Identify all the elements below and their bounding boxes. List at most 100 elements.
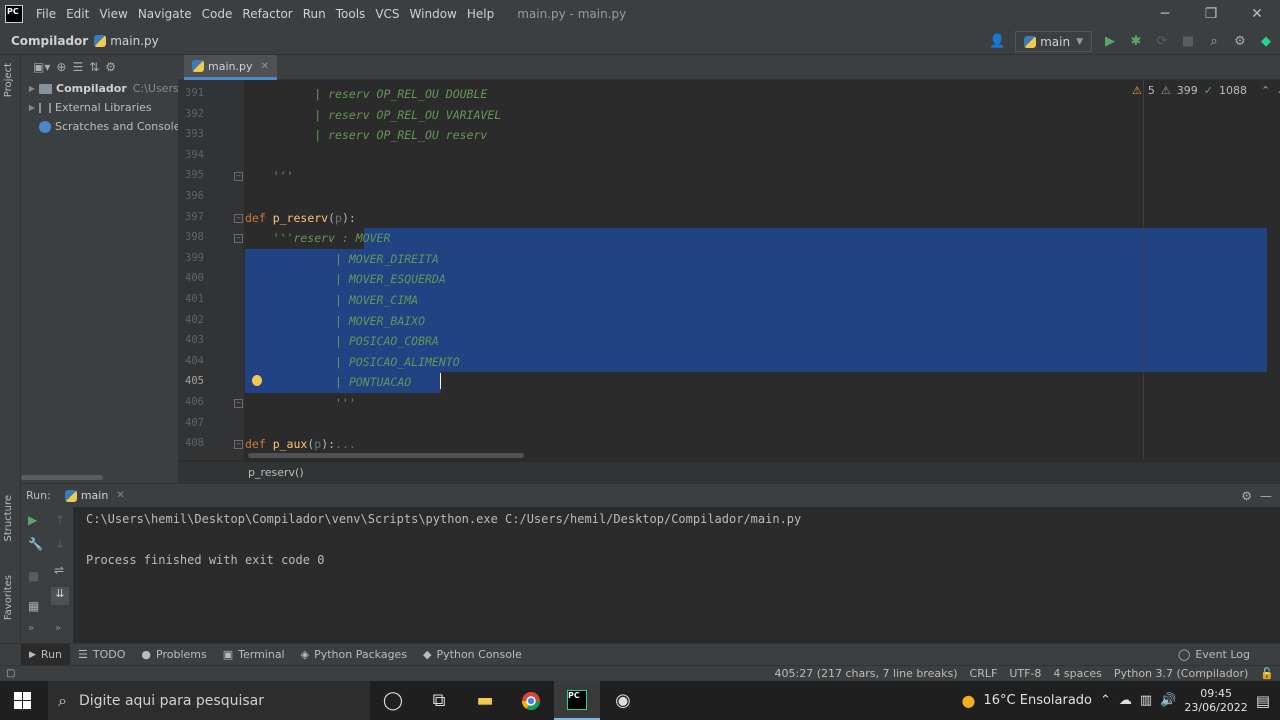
lock-icon[interactable]: 🔓 (1260, 667, 1274, 680)
file-encoding[interactable]: UTF-8 (1009, 667, 1041, 680)
coverage-icon[interactable]: ⟳ (1154, 34, 1170, 50)
locate-icon[interactable]: ⊕ (56, 60, 66, 74)
volume-icon[interactable]: 🔊 (1160, 693, 1176, 708)
line-number: 395 (185, 169, 204, 182)
fold-marker-icon[interactable]: − (234, 399, 243, 408)
tree-item-external-libraries[interactable]: ▶ External Libraries (25, 98, 152, 117)
user-icon[interactable]: 👤 (989, 34, 1005, 50)
stop-icon[interactable]: ■ (28, 569, 39, 583)
tree-item-compilador[interactable]: ▶ Compilador C:\Users\h (25, 79, 189, 98)
weather-text[interactable]: 16°C Ensolarado (983, 693, 1092, 708)
down-arrow-icon[interactable]: ↓ (55, 537, 65, 551)
menu-item-code[interactable]: Code (197, 7, 238, 21)
minimize-panel-icon[interactable]: — (1260, 489, 1272, 503)
horizontal-scrollbar[interactable] (21, 475, 103, 480)
up-arrow-icon[interactable]: ↑ (55, 513, 65, 527)
more-icon[interactable]: » (55, 623, 61, 634)
menu-item-vcs[interactable]: VCS (370, 7, 404, 21)
chevron-up-icon[interactable]: ⌃ (1100, 693, 1111, 708)
soft-wrap-icon[interactable]: ⇌ (54, 563, 64, 577)
tab-run[interactable]: ▶ Run (21, 643, 71, 666)
inspection-widget[interactable]: ⚠5 ⚠399 ✓1088 ⌃ ⌄ (1132, 84, 1280, 97)
run-icon[interactable]: ▶ (1102, 34, 1118, 50)
favorites-tool-tab[interactable]: Favorites (3, 575, 14, 620)
network-icon[interactable]: ▥ (1140, 693, 1152, 708)
restore-icon[interactable]: ❐ (1188, 0, 1234, 28)
panel-settings-icon[interactable]: ⚙ (105, 60, 116, 74)
windows-start-icon[interactable] (14, 692, 31, 709)
event-log-button[interactable]: ◯ Event Log (1170, 648, 1258, 661)
menu-item-window[interactable]: Window (405, 7, 462, 21)
menu-item-navigate[interactable]: Navigate (133, 7, 197, 21)
code-line: ''' (245, 169, 294, 184)
console-output[interactable]: C:\Users\hemil\Desktop\Compilador\venv\S… (73, 507, 1280, 643)
tab-terminal[interactable]: ▣ Terminal (215, 648, 293, 661)
breadcrumb-file[interactable]: main.py (94, 34, 159, 48)
tab-problems[interactable]: ● Problems (133, 648, 214, 661)
chrome-icon[interactable] (508, 681, 554, 720)
tray-icon[interactable]: ☁ (1119, 693, 1132, 708)
obs-icon[interactable]: ◉ (600, 681, 646, 720)
line-number: 404 (185, 354, 204, 367)
chevron-down-icon[interactable]: ⌄ (1276, 84, 1280, 97)
line-separator[interactable]: CRLF (970, 667, 998, 680)
chevron-up-icon[interactable]: ⌃ (1261, 84, 1270, 97)
scroll-to-end-icon[interactable]: ⇊ (51, 587, 69, 605)
indent-setting[interactable]: 4 spaces (1053, 667, 1102, 680)
line-number: 394 (185, 148, 204, 161)
task-view-icon[interactable]: ⧉ (416, 681, 462, 720)
editor-vertical-scrollbar[interactable] (1267, 80, 1280, 460)
taskbar-search[interactable]: ⌕ Digite aqui para pesquisar (48, 681, 370, 720)
debug-icon[interactable]: ✱ (1128, 34, 1144, 50)
search-icon[interactable]: ⌕ (1206, 34, 1222, 50)
collapse-all-icon[interactable]: ⇅ (89, 60, 99, 74)
run-config-select[interactable]: main ▼ (1015, 31, 1092, 52)
pycharm-taskbar-icon[interactable]: PC (554, 681, 600, 720)
close-tab-icon[interactable]: ✕ (116, 490, 124, 501)
fold-marker-icon[interactable]: − (234, 172, 243, 182)
file-explorer-icon[interactable]: ▬ (462, 681, 508, 720)
expand-all-icon[interactable]: ☰ (72, 60, 83, 74)
tab-main-py[interactable]: main.py ✕ (184, 55, 277, 80)
rerun-icon[interactable]: ▶ (28, 513, 37, 527)
notification-icon[interactable]: ▤ (1256, 692, 1270, 710)
navigation-bar: Compilador main.py 👤 main ▼ ▶ ✱ ⟳ ■ ⌕ ⚙ ◆ (0, 28, 1280, 55)
menu-item-refactor[interactable]: Refactor (237, 7, 297, 21)
menu-item-edit[interactable]: Edit (61, 7, 94, 21)
settings-icon[interactable]: ⚙ (1232, 34, 1248, 50)
plugin-icon[interactable]: ◆ (1258, 34, 1274, 50)
code-editor[interactable]: 391 392 393 394 395 − 396 397 − 398 − 399 400 401 402 4… (178, 80, 1280, 460)
tab-todo[interactable]: ☰ TODO (70, 648, 133, 661)
layout-icon[interactable]: ▦ (28, 599, 39, 613)
tab-python-console[interactable]: ◆ Python Console (415, 648, 530, 661)
menu-item-view[interactable]: View (94, 7, 132, 21)
toggle-tool-windows-icon[interactable]: ▢ (6, 668, 15, 679)
wrench-icon[interactable]: 🔧 (28, 537, 43, 551)
clock[interactable]: 09:45 23/06/2022 (1184, 687, 1247, 715)
fold-marker-icon[interactable]: − (234, 213, 243, 223)
fold-marker-icon[interactable]: − (234, 440, 243, 450)
tree-item-scratches[interactable]: Scratches and Consoles (39, 117, 186, 136)
fold-marker-icon[interactable]: − (234, 234, 243, 244)
menu-item-run[interactable]: Run (298, 7, 331, 21)
menu-item-tools[interactable]: Tools (331, 7, 371, 21)
tab-python-packages[interactable]: ◈ Python Packages (293, 648, 415, 661)
breadcrumb-project[interactable]: Compilador (11, 34, 88, 48)
menu-item-file[interactable]: File (31, 7, 61, 21)
project-tool-tab[interactable]: Project (3, 63, 14, 97)
editor-breadcrumb[interactable]: p_reserv() (178, 462, 1280, 483)
minimize-icon[interactable]: ─ (1142, 0, 1188, 28)
caret-position[interactable]: 405:27 (217 chars, 7 line breaks) (775, 667, 958, 680)
run-settings-icon[interactable]: ⚙ (1241, 489, 1252, 503)
run-tab-main[interactable]: main ✕ (64, 489, 125, 502)
menu-item-help[interactable]: Help (462, 7, 499, 21)
close-tab-icon[interactable]: ✕ (260, 61, 268, 72)
python-interpreter[interactable]: Python 3.7 (Compilador) (1114, 667, 1248, 680)
structure-tool-tab[interactable]: Structure (3, 495, 14, 542)
close-icon[interactable]: ✕ (1234, 0, 1280, 28)
project-view-icon[interactable]: ▣▾ (33, 60, 50, 74)
stop-icon[interactable]: ■ (1180, 34, 1196, 50)
cortana-icon[interactable]: ◯ (370, 681, 416, 720)
editor-horizontal-scrollbar[interactable] (178, 452, 1280, 460)
more-icon[interactable]: » (28, 623, 34, 634)
